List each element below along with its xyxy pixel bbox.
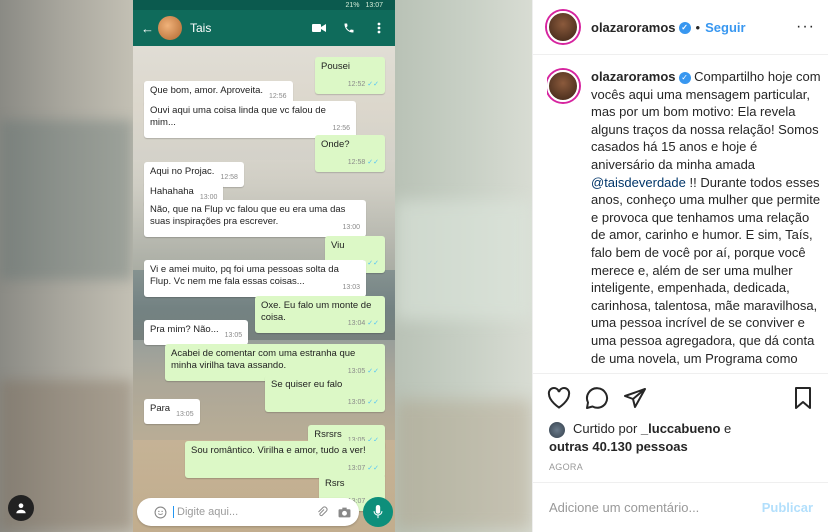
message-text: Onde? (321, 139, 350, 150)
message-time: 12:58 (347, 159, 366, 166)
message-time: 13:03 (342, 284, 360, 291)
heart-icon[interactable] (547, 386, 571, 410)
battery-level: 21% (345, 1, 360, 9)
message-bubble[interactable]: Oxe. Eu falo um monte de coisa. 13:04 ✓✓ (255, 296, 385, 333)
caption-username[interactable]: olazaroramos (591, 69, 676, 84)
message-time: 12:56 (332, 125, 350, 132)
backdrop-right (395, 0, 532, 532)
comment-input[interactable]: Adicione um comentário... (549, 500, 762, 515)
message-time: 13:05 (347, 368, 366, 375)
message-bubble[interactable]: Se quiser eu falo 13:05 ✓✓ (265, 375, 385, 412)
read-receipt-icon: ✓✓ (367, 81, 379, 88)
contact-name[interactable]: Tais (190, 21, 297, 35)
message-bubble[interactable]: Ouvi aqui uma coisa linda que vc falou d… (144, 101, 356, 138)
read-receipt-icon: ✓✓ (367, 368, 379, 375)
status-bar: 21% 13:07 (133, 0, 395, 10)
instagram-sidebar: olazaroramos ✓ • Seguir ··· olazaroramos ✓… (532, 0, 828, 532)
message-time: 12:56 (269, 93, 287, 100)
message-bubble[interactable]: Não, que na Flup vc falou que eu era uma… (144, 200, 366, 237)
caption-text: olazaroramos ✓ Compartilho hoje com vocês… (591, 69, 821, 366)
message-text: Que bom, amor. Aproveita. (150, 85, 264, 96)
follow-button[interactable]: Seguir (705, 20, 745, 35)
verified-icon: ✓ (678, 22, 691, 35)
message-time: 13:04 (347, 320, 366, 327)
message-text: Ouvi aqui uma coisa linda que vc falou d… (150, 105, 326, 128)
action-bar (533, 373, 828, 421)
message-text: Hahahaha (150, 186, 194, 197)
message-time: 13:07 (347, 465, 366, 472)
more-options-icon[interactable]: ··· (796, 18, 815, 36)
message-text: Aqui no Projac. (150, 166, 215, 177)
post-header: olazaroramos ✓ • Seguir ··· (533, 0, 828, 55)
liker-username[interactable]: _luccabueno (641, 421, 720, 436)
read-receipt-icon: ✓✓ (367, 260, 379, 267)
backdrop-left (0, 0, 133, 532)
compose-bar[interactable]: Digite aqui... (137, 498, 359, 526)
likes-count[interactable]: outras 40.130 pessoas (549, 439, 688, 454)
message-bubble[interactable]: Pousei 12:52 ✓✓ (315, 57, 385, 94)
publish-button[interactable]: Publicar (762, 500, 813, 515)
post-timestamp: AGORA (549, 462, 584, 472)
message-text: Para (150, 403, 171, 414)
message-time: 13:05 (224, 332, 243, 339)
message-text: Pousei (321, 61, 351, 72)
status-time: 13:07 (365, 1, 383, 9)
message-bubble[interactable]: Sou romântico. Virilha e amor, tudo a ve… (185, 441, 385, 478)
verified-icon: ✓ (678, 71, 691, 84)
likes-summary: Curtido por _luccabueno e outras 40.130 … (549, 421, 732, 454)
message-time: 13:00 (342, 224, 360, 231)
contact-avatar[interactable] (158, 16, 182, 40)
liker-avatar[interactable] (549, 421, 565, 438)
message-time: 12:52 (347, 81, 366, 88)
message-text: Rsrsrs (314, 429, 342, 440)
message-text: Pra mim? Não... (150, 324, 219, 335)
video-call-icon[interactable] (311, 20, 327, 36)
mic-icon[interactable] (363, 497, 393, 527)
message-text: Se quiser eu falo (271, 379, 343, 390)
read-receipt-icon: ✓✓ (367, 159, 379, 166)
emoji-icon[interactable] (153, 505, 167, 519)
message-text: Viu (331, 240, 345, 251)
message-text: Vi e amei muito, pq foi uma pessoas solt… (150, 264, 339, 287)
message-text: Sou romântico. Virilha e amor, tudo a ve… (191, 445, 366, 456)
comment-icon[interactable] (585, 386, 609, 410)
user-icon[interactable] (8, 495, 34, 521)
read-receipt-icon: ✓✓ (367, 320, 379, 327)
read-receipt-icon: ✓✓ (367, 465, 379, 472)
message-text: Acabei de comentar com uma estranha que … (171, 348, 356, 371)
share-icon[interactable] (623, 386, 647, 410)
message-bubble[interactable]: Para 13:05 (144, 399, 200, 424)
attach-icon[interactable] (315, 505, 329, 519)
chat-header: ← Tais (133, 10, 395, 46)
back-arrow-icon[interactable]: ← (141, 21, 154, 36)
message-text: Não, que na Flup vc falou que eu era uma… (150, 204, 346, 227)
phone-icon[interactable] (341, 20, 357, 36)
comment-box: Adicione um comentário... Publicar (533, 482, 828, 532)
message-time: 13:05 (347, 399, 366, 406)
read-receipt-icon: ✓✓ (367, 399, 379, 406)
caption: olazaroramos ✓ Compartilho hoje com vocês… (547, 68, 823, 368)
instagram-post-modal: 21% 13:07 ← Tais Pousei 12:52 ✓✓ Que bom, a… (0, 0, 828, 532)
message-time: 12:58 (220, 174, 238, 181)
caption-avatar[interactable] (547, 70, 579, 102)
message-time: 13:05 (176, 411, 194, 418)
bookmark-icon[interactable] (791, 386, 815, 410)
message-text: Rsrs (325, 478, 345, 489)
camera-icon[interactable] (337, 505, 351, 519)
more-vert-icon[interactable] (371, 20, 387, 36)
whatsapp-screenshot: 21% 13:07 ← Tais Pousei 12:52 ✓✓ Que bom, a… (133, 0, 395, 532)
avatar[interactable] (547, 11, 579, 43)
username[interactable]: olazaroramos ✓ (591, 20, 691, 35)
mention-link[interactable]: @taisdeverdade (591, 175, 686, 190)
message-bubble[interactable]: Vi e amei muito, pq foi uma pessoas solt… (144, 260, 366, 297)
message-bubble[interactable]: Pra mim? Não... 13:05 (144, 320, 249, 345)
message-bubble[interactable]: Onde? 12:58 ✓✓ (315, 135, 385, 172)
message-input[interactable]: Digite aqui... (173, 506, 307, 518)
